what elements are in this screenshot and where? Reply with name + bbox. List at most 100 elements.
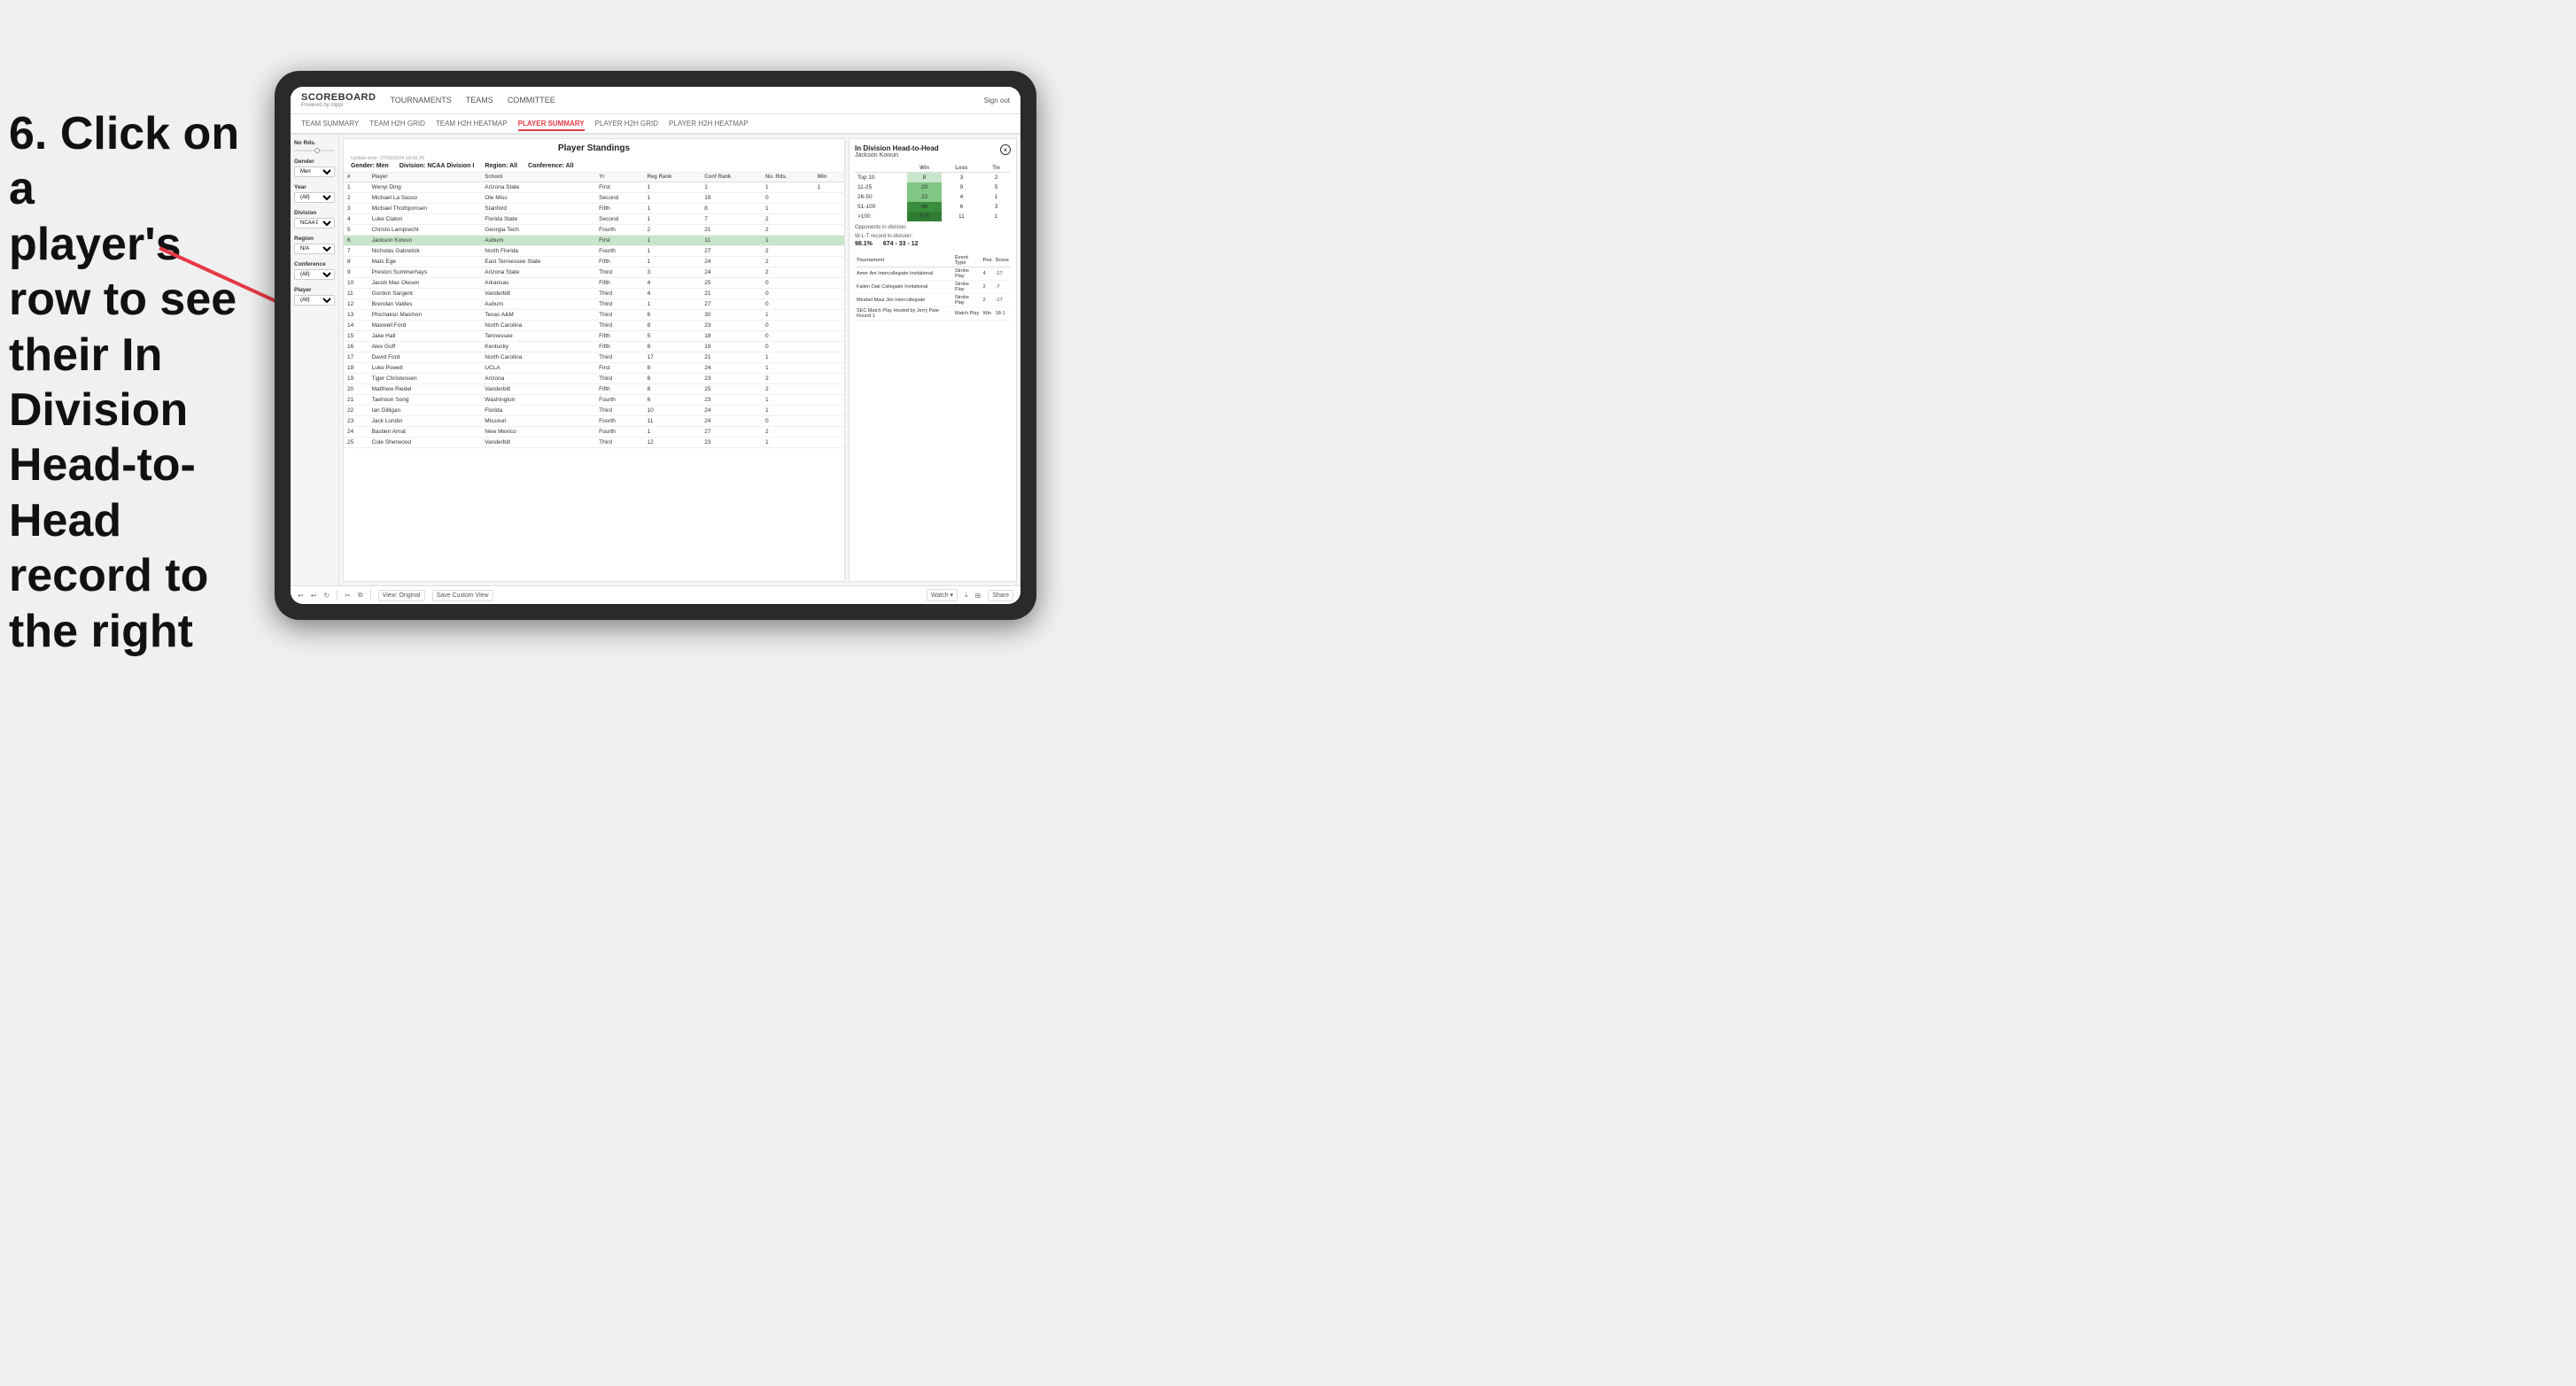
table-row[interactable]: 17 David Ford North Carolina Third 17 21… <box>344 352 844 363</box>
save-custom-view-button[interactable]: Save Custom View <box>432 590 493 601</box>
cell-conf: 24 <box>701 406 762 416</box>
h2h-close-button[interactable]: × <box>1000 144 1011 155</box>
cell-num: 13 <box>344 310 369 321</box>
table-row[interactable]: 1 Wenyi Ding Arizona State First 1 1 1 1 <box>344 182 844 193</box>
sign-out-button[interactable]: Sign out <box>984 97 1010 105</box>
share-button[interactable]: Share <box>988 590 1013 601</box>
table-row[interactable]: 13 Phichaksn Maichon Texas A&M Third 6 3… <box>344 310 844 321</box>
table-row[interactable]: 23 Jack Lundin Missouri Fourth 11 24 0 <box>344 416 844 427</box>
cell-num: 23 <box>344 416 369 427</box>
gender-select[interactable]: Men <box>294 166 335 177</box>
table-row[interactable]: 3 Michael Thorbjornsen Stanford Fifth 1 … <box>344 204 844 214</box>
division-select[interactable]: NCAA Division I <box>294 218 335 228</box>
tablet-device: SCOREBOARD Powered by clippi TOURNAMENTS… <box>275 71 1036 620</box>
h2h-range: >100 <box>855 212 907 221</box>
tab-team-h2h-grid[interactable]: TEAM H2H GRID <box>369 118 425 129</box>
scoreboard-logo: SCOREBOARD Powered by clippi <box>301 92 376 108</box>
cell-win <box>814 193 844 204</box>
cell-num: 18 <box>344 363 369 374</box>
cell-conf: 19 <box>701 193 762 204</box>
tab-team-summary[interactable]: TEAM SUMMARY <box>301 118 359 129</box>
cell-conf: 19 <box>701 342 762 352</box>
watch-button[interactable]: Watch ▾ <box>927 589 958 601</box>
tab-player-h2h-grid[interactable]: PLAYER H2H GRID <box>595 118 658 129</box>
download-icon[interactable]: ⤓ <box>965 591 968 600</box>
tournament-pos: 4 <box>982 267 994 281</box>
no-rds-slider[interactable] <box>294 150 335 151</box>
cell-conf: 27 <box>701 427 762 437</box>
cell-player: Wenyi Ding <box>369 182 482 193</box>
tournament-name: SEC Match Play Hosted by Jerry Pate Roun… <box>855 307 953 321</box>
cell-player: Christo Lamprecht <box>369 225 482 236</box>
cell-rds: 0 <box>762 331 814 342</box>
table-row[interactable]: 5 Christo Lamprecht Georgia Tech Fourth … <box>344 225 844 236</box>
table-row[interactable]: 7 Nicholas Gabrelcik North Florida Fourt… <box>344 246 844 257</box>
cell-conf: 24 <box>701 416 762 427</box>
table-row[interactable]: 10 Jacob Max Olesen Arkansas Fifth 4 25 … <box>344 278 844 289</box>
cell-conf: 21 <box>701 289 762 299</box>
table-row[interactable]: 14 Maxwell Ford North Carolina Third 8 2… <box>344 321 844 331</box>
col-player: Player <box>369 173 482 182</box>
table-row[interactable]: 21 Taehoon Song Washington Fourth 6 23 1 <box>344 395 844 406</box>
table-row[interactable]: 8 Mats Ege East Tennessee State Fifth 1 … <box>344 257 844 267</box>
year-select[interactable]: (All) <box>294 192 335 203</box>
region-filter-label: Region: All <box>485 163 517 169</box>
cell-school: UCLA <box>481 363 595 374</box>
table-row[interactable]: 16 Alex Goff Kentucky Fifth 8 19 0 <box>344 342 844 352</box>
h2h-range: 26-50 <box>855 192 907 202</box>
cell-player: Luke Claton <box>369 214 482 225</box>
table-row[interactable]: 20 Matthew Riedel Vanderbilt Fifth 8 25 … <box>344 384 844 395</box>
table-row[interactable]: 18 Luke Powell UCLA First 8 24 1 <box>344 363 844 374</box>
col-school: School <box>481 173 595 182</box>
redo-icon[interactable]: ↩ <box>311 592 317 600</box>
undo-icon[interactable]: ↩ <box>298 592 304 600</box>
cell-conf: 24 <box>701 363 762 374</box>
cell-rds: 2 <box>762 246 814 257</box>
table-row[interactable]: 2 Michael La Sasso Ole Miss Second 1 19 … <box>344 193 844 204</box>
cell-rds: 2 <box>762 374 814 384</box>
standings-title: Player Standings <box>351 143 837 153</box>
cell-reg: 1 <box>644 182 702 193</box>
cell-reg: 8 <box>644 374 702 384</box>
cell-win <box>814 278 844 289</box>
refresh-icon[interactable]: ↻ <box>323 592 330 600</box>
cell-yr: Fifth <box>595 204 643 214</box>
table-row[interactable]: 19 Tiger Christensen Arizona Third 8 23 … <box>344 374 844 384</box>
table-row[interactable]: 12 Brendan Valdes Auburn Third 1 27 0 <box>344 299 844 310</box>
tournament-score: 18-1 <box>994 307 1011 321</box>
table-row[interactable]: 4 Luke Claton Florida State Second 1 7 2 <box>344 214 844 225</box>
cell-reg: 6 <box>644 395 702 406</box>
table-row[interactable]: 25 Cole Sherwood Vanderbilt Third 12 23 … <box>344 437 844 448</box>
table-row[interactable]: 6 Jackson Koivun Auburn First 1 11 1 <box>344 236 844 246</box>
tab-player-summary[interactable]: PLAYER SUMMARY <box>518 118 585 131</box>
table-row[interactable]: 24 Bastien Amat New Mexico Fourth 1 27 2 <box>344 427 844 437</box>
standings-panel: Player Standings Update time: 27/03/2024… <box>343 138 845 582</box>
tab-player-h2h-heatmap[interactable]: PLAYER H2H HEATMAP <box>669 118 749 129</box>
cell-win <box>814 310 844 321</box>
cell-reg: 2 <box>644 225 702 236</box>
table-row[interactable]: 11 Gordon Sargent Vanderbilt Third 4 21 … <box>344 289 844 299</box>
copy-icon[interactable]: ⧉ <box>358 591 363 600</box>
cell-num: 19 <box>344 374 369 384</box>
cell-num: 17 <box>344 352 369 363</box>
table-row[interactable]: 15 Jake Hall Tennessee Fifth 5 18 0 <box>344 331 844 342</box>
col-event-type: Event Type <box>953 254 982 267</box>
table-row[interactable]: 22 Ian Gilligan Florida Third 10 24 1 <box>344 406 844 416</box>
cell-win <box>814 225 844 236</box>
nav-teams[interactable]: TEAMS <box>466 93 493 107</box>
division-label: Division <box>294 210 335 216</box>
region-select[interactable]: N/A <box>294 244 335 254</box>
table-row[interactable]: 9 Preston Summerhays Arizona State Third… <box>344 267 844 278</box>
tab-team-h2h-heatmap[interactable]: TEAM H2H HEATMAP <box>436 118 508 129</box>
cut-icon[interactable]: ✂ <box>345 592 351 600</box>
nav-tournaments[interactable]: TOURNAMENTS <box>390 93 451 107</box>
player-select[interactable]: (All) <box>294 295 335 306</box>
cell-win <box>814 321 844 331</box>
nav-committee[interactable]: COMMITTEE <box>508 93 555 107</box>
view-original-button[interactable]: View: Original <box>378 590 425 601</box>
cell-yr: First <box>595 182 643 193</box>
cell-player: Michael Thorbjornsen <box>369 204 482 214</box>
grid-icon[interactable]: ⊞ <box>975 592 982 600</box>
conference-select[interactable]: (All) <box>294 269 335 280</box>
cell-reg: 8 <box>644 342 702 352</box>
